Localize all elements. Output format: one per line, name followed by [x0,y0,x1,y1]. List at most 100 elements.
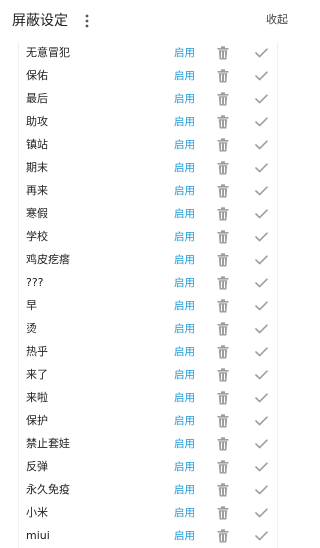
keyword-row: 再来 启用 [19,180,277,203]
checkmark-icon[interactable] [255,301,268,311]
keyword-label: ??? [26,276,44,289]
enable-link[interactable]: 启用 [174,504,195,522]
trash-icon[interactable] [217,46,229,60]
checkmark-icon[interactable] [255,278,268,288]
checkmark-icon[interactable] [255,462,268,472]
keyword-label: 保护 [26,414,48,427]
trash-icon[interactable] [217,115,229,129]
trash-icon[interactable] [217,207,229,221]
trash-icon[interactable] [217,322,229,336]
checkmark-icon[interactable] [255,209,268,219]
keyword-row: 保佑 启用 [19,65,277,88]
trash-icon[interactable] [217,460,229,474]
checkmark-icon[interactable] [255,186,268,196]
keyword-label: 热乎 [26,345,48,358]
keyword-row: 鸡皮疙瘩 启用 [19,249,277,272]
trash-icon[interactable] [217,483,229,497]
keyword-row: 小米 启用 [19,502,277,525]
checkmark-icon[interactable] [255,232,268,242]
keyword-label: 无意冒犯 [26,46,70,59]
enable-link[interactable]: 启用 [174,320,195,338]
keyword-label: 早 [26,299,37,312]
enable-link[interactable]: 启用 [174,159,195,177]
trash-icon[interactable] [217,299,229,313]
enable-link[interactable]: 启用 [174,458,195,476]
checkmark-icon[interactable] [255,71,268,81]
checkmark-icon[interactable] [255,94,268,104]
trash-icon[interactable] [217,391,229,405]
keyword-row: 来了 启用 [19,364,277,387]
enable-link[interactable]: 启用 [174,366,195,384]
checkmark-icon[interactable] [255,508,268,518]
trash-icon[interactable] [217,276,229,290]
keyword-label: 镇站 [26,138,48,151]
enable-link[interactable]: 启用 [174,481,195,499]
trash-icon[interactable] [217,529,229,543]
checkmark-icon[interactable] [255,416,268,426]
keyword-label: 寒假 [26,207,48,220]
keyword-row: 学校 启用 [19,226,277,249]
blocked-keyword-list: 无意冒犯 启用 保佑 启用 最后 启用 助攻 启用 镇站 启用 期末 启用 再来 启用 寒假 启用 学校 启用 鸡皮… [18,42,278,548]
keyword-row: 保护 启用 [19,410,277,433]
keyword-row: 镇站 启用 [19,134,277,157]
trash-icon[interactable] [217,253,229,267]
checkmark-icon[interactable] [255,163,268,173]
trash-icon[interactable] [217,92,229,106]
checkmark-icon[interactable] [255,255,268,265]
trash-icon[interactable] [217,437,229,451]
trash-icon[interactable] [217,345,229,359]
keyword-label: 学校 [26,230,48,243]
enable-link[interactable]: 启用 [174,90,195,108]
enable-link[interactable]: 启用 [174,527,195,545]
enable-link[interactable]: 启用 [174,297,195,315]
keyword-label: 助攻 [26,115,48,128]
trash-icon[interactable] [217,138,229,152]
checkmark-icon[interactable] [255,370,268,380]
checkmark-icon[interactable] [255,324,268,334]
more-options-icon[interactable] [82,12,92,30]
checkmark-icon[interactable] [255,439,268,449]
keyword-row: 助攻 启用 [19,111,277,134]
keyword-label: 保佑 [26,69,48,82]
trash-icon[interactable] [217,414,229,428]
enable-link[interactable]: 启用 [174,412,195,430]
enable-link[interactable]: 启用 [174,228,195,246]
checkmark-icon[interactable] [255,347,268,357]
keyword-label: 再来 [26,184,48,197]
trash-icon[interactable] [217,184,229,198]
trash-icon[interactable] [217,368,229,382]
keyword-row: 无意冒犯 启用 [19,42,277,65]
trash-icon[interactable] [217,161,229,175]
trash-icon[interactable] [217,69,229,83]
enable-link[interactable]: 启用 [174,251,195,269]
checkmark-icon[interactable] [255,48,268,58]
keyword-label: 禁止套娃 [26,437,70,450]
trash-icon[interactable] [217,230,229,244]
keyword-label: 小米 [26,506,48,519]
enable-link[interactable]: 启用 [174,205,195,223]
keyword-row: 寒假 启用 [19,203,277,226]
trash-icon[interactable] [217,506,229,520]
enable-link[interactable]: 启用 [174,435,195,453]
checkmark-icon[interactable] [255,485,268,495]
block-settings-panel: 屏蔽设定 收起 无意冒犯 启用 保佑 启用 最后 启用 助攻 启用 镇站 启用 期末 启用 再来 启用 寒假… [0,0,304,548]
enable-link[interactable]: 启用 [174,389,195,407]
enable-link[interactable]: 启用 [174,343,195,361]
keyword-label: 来了 [26,368,48,381]
enable-link[interactable]: 启用 [174,44,195,62]
enable-link[interactable]: 启用 [174,113,195,131]
keyword-row: 热乎 启用 [19,341,277,364]
enable-link[interactable]: 启用 [174,136,195,154]
checkmark-icon[interactable] [255,393,268,403]
enable-link[interactable]: 启用 [174,182,195,200]
enable-link[interactable]: 启用 [174,274,195,292]
checkmark-icon[interactable] [255,117,268,127]
keyword-label: 永久免疫 [26,483,70,496]
keyword-row: 早 启用 [19,295,277,318]
collapse-button[interactable]: 收起 [266,12,288,28]
keyword-row: ??? 启用 [19,272,277,295]
checkmark-icon[interactable] [255,140,268,150]
keyword-row: miui 启用 [19,525,277,548]
enable-link[interactable]: 启用 [174,67,195,85]
checkmark-icon[interactable] [255,531,268,541]
